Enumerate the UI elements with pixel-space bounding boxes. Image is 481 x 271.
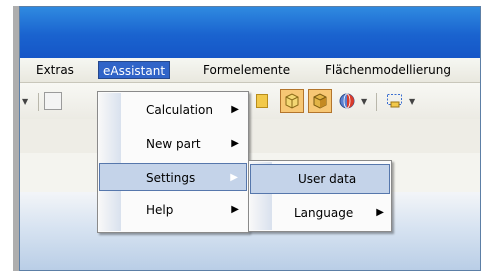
submenu-arrow-icon: ▶ xyxy=(230,172,238,183)
menu-item-label: Language xyxy=(294,206,354,220)
submenu-arrow-icon: ▶ xyxy=(376,207,384,218)
submenu-arrow-icon: ▶ xyxy=(231,104,239,115)
view-button-1[interactable] xyxy=(280,89,304,113)
toolbar-separator-2 xyxy=(376,93,377,111)
menu-item-label: User data xyxy=(298,172,357,186)
submenu-arrow-icon: ▶ xyxy=(231,138,239,149)
menu-item-user-data[interactable]: User data xyxy=(250,164,390,194)
eassistant-menu: Calculation ▶ New part ▶ Settings ▶ Help… xyxy=(97,91,249,233)
submenu-arrow-icon: ▶ xyxy=(231,204,239,215)
menu-item-label: New part xyxy=(146,137,201,151)
outer-frame-left xyxy=(0,0,13,271)
selection-icon[interactable] xyxy=(386,92,404,110)
menu-item-new-part[interactable]: New part ▶ xyxy=(99,130,247,158)
menu-item-language[interactable]: Language ▶ xyxy=(250,199,390,227)
menu-eassistant[interactable]: eAssistant xyxy=(98,61,171,79)
menu-flaechenmodellierung[interactable]: Flächenmodellierung xyxy=(321,61,455,79)
cube-icon[interactable] xyxy=(256,94,268,108)
box-view-icon xyxy=(285,93,299,109)
menu-item-calculation[interactable]: Calculation ▶ xyxy=(99,96,247,124)
menu-item-help[interactable]: Help ▶ xyxy=(99,196,247,224)
document-icon[interactable] xyxy=(44,92,62,110)
menu-item-label: Help xyxy=(146,203,174,217)
title-bar xyxy=(20,7,480,58)
shaded-box-icon xyxy=(313,93,327,109)
sphere-view-icon[interactable] xyxy=(338,92,356,110)
toolbar-separator xyxy=(38,93,39,111)
menu-bar: Extras eAssistant Formelemente Flächenmo… xyxy=(20,58,480,83)
menu-formelemente[interactable]: Formelemente xyxy=(199,61,294,79)
settings-submenu: User data Language ▶ xyxy=(248,160,392,232)
sphere-dropdown-arrow[interactable]: ▼ xyxy=(361,97,367,106)
selection-dropdown-arrow[interactable]: ▼ xyxy=(409,97,415,106)
toolbar: ▼ ▼ ▼ xyxy=(20,83,480,119)
menu-extras[interactable]: Extras xyxy=(32,61,78,79)
view-button-2[interactable] xyxy=(308,89,332,113)
secondary-toolbar xyxy=(20,119,480,154)
menu-item-label: Calculation xyxy=(146,103,213,117)
toolbar-dropdown-arrow[interactable]: ▼ xyxy=(22,97,28,106)
menu-item-label: Settings xyxy=(146,171,196,185)
menu-item-settings[interactable]: Settings ▶ xyxy=(99,163,247,191)
